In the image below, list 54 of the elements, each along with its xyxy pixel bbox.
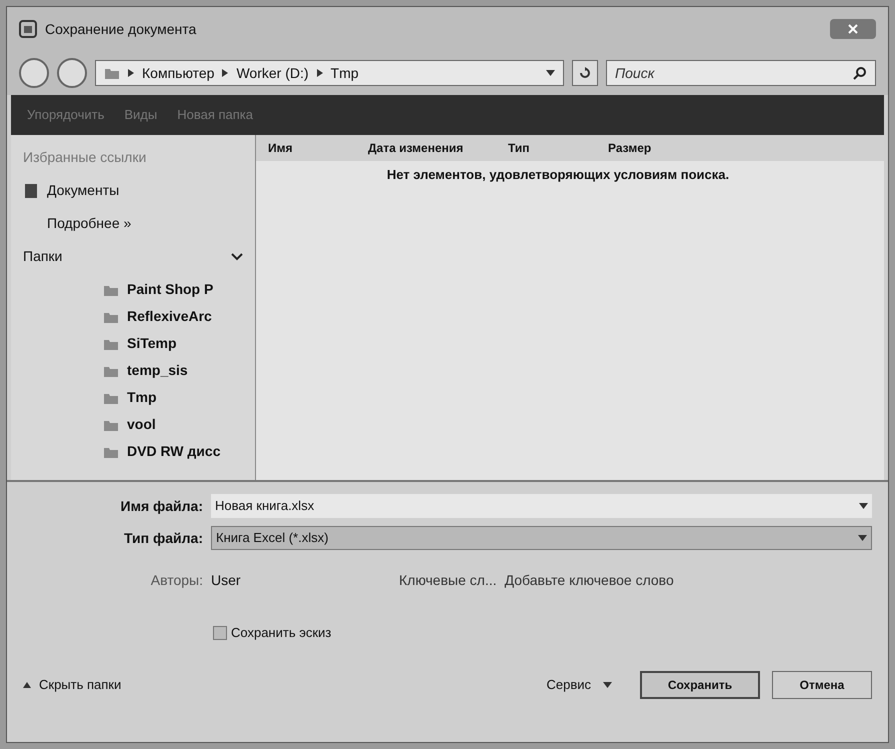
folder-item[interactable]: DVD RW дисс <box>103 441 243 462</box>
hide-folders-button[interactable]: Скрыть папки <box>23 674 122 694</box>
app-icon <box>19 20 37 38</box>
section-heading: Папки <box>23 247 62 266</box>
folder-item[interactable]: ReflexiveArc <box>103 306 243 327</box>
search-field[interactable]: Поиск <box>606 60 876 86</box>
column-header[interactable]: Размер <box>596 139 716 157</box>
more-link[interactable]: Подробнее » <box>23 213 243 234</box>
service-button[interactable]: Сервис <box>546 674 612 694</box>
column-header[interactable]: Дата изменения <box>356 139 496 157</box>
chevron-icon <box>128 69 134 77</box>
folder-item[interactable]: Tmp <box>103 387 243 408</box>
section-heading: Избранные ссылки <box>23 148 148 167</box>
checkbox-label: Сохранить эскиз <box>231 624 332 642</box>
keywords-value[interactable]: Добавьте ключевое слово <box>504 570 674 591</box>
back-button[interactable] <box>19 58 49 88</box>
address-bar[interactable]: Компьютер Worker (D:) Tmp <box>95 60 564 86</box>
folder-item[interactable]: Paint Shop P <box>103 279 243 300</box>
thumbnail-checkbox[interactable] <box>213 626 227 640</box>
favorite-link[interactable]: Документы <box>47 180 120 201</box>
breadcrumb[interactable]: Worker (D:) <box>236 62 309 84</box>
file-type-dropdown[interactable]: Книга Excel (*.xlsx) <box>211 526 872 550</box>
field-label: Ключевые сл... <box>399 571 497 590</box>
forward-button[interactable] <box>57 58 87 88</box>
refresh-button[interactable] <box>572 60 598 86</box>
chevron-down-icon <box>231 252 243 260</box>
field-label: Авторы: <box>150 571 203 590</box>
save-button[interactable]: Сохранить <box>640 670 760 698</box>
chevron-icon <box>316 69 323 77</box>
column-header[interactable]: Тип <box>496 139 596 157</box>
cancel-button[interactable]: Отмена <box>772 670 872 698</box>
authors-value[interactable]: User <box>211 570 391 591</box>
search-icon <box>853 66 867 80</box>
caret-icon <box>546 70 555 76</box>
folder-item[interactable]: temp_sis <box>103 360 243 381</box>
breadcrumb[interactable]: Tmp <box>330 62 359 84</box>
window-title: Сохранение документа <box>45 20 196 39</box>
close-icon <box>848 24 858 34</box>
folder-item[interactable]: SiTemp <box>103 333 243 354</box>
field-label: Имя файла: <box>120 496 203 516</box>
filename-field[interactable]: Новая книга.xlsx <box>211 494 872 518</box>
caret-icon <box>858 535 867 541</box>
caret-icon <box>859 503 868 509</box>
caret-up-icon <box>23 682 31 688</box>
chevron-icon <box>222 69 228 77</box>
document-icon <box>23 182 39 198</box>
close-button[interactable] <box>830 19 876 39</box>
field-label: Тип файла: <box>123 528 203 548</box>
folder-item[interactable]: vool <box>103 414 243 435</box>
column-header[interactable]: Имя <box>256 139 356 157</box>
refresh-icon <box>579 67 591 79</box>
caret-icon <box>603 682 612 688</box>
empty-message: Нет элементов, удовлетворяющих условиям поиска. <box>386 166 730 184</box>
breadcrumb[interactable]: Компьютер <box>142 62 214 84</box>
